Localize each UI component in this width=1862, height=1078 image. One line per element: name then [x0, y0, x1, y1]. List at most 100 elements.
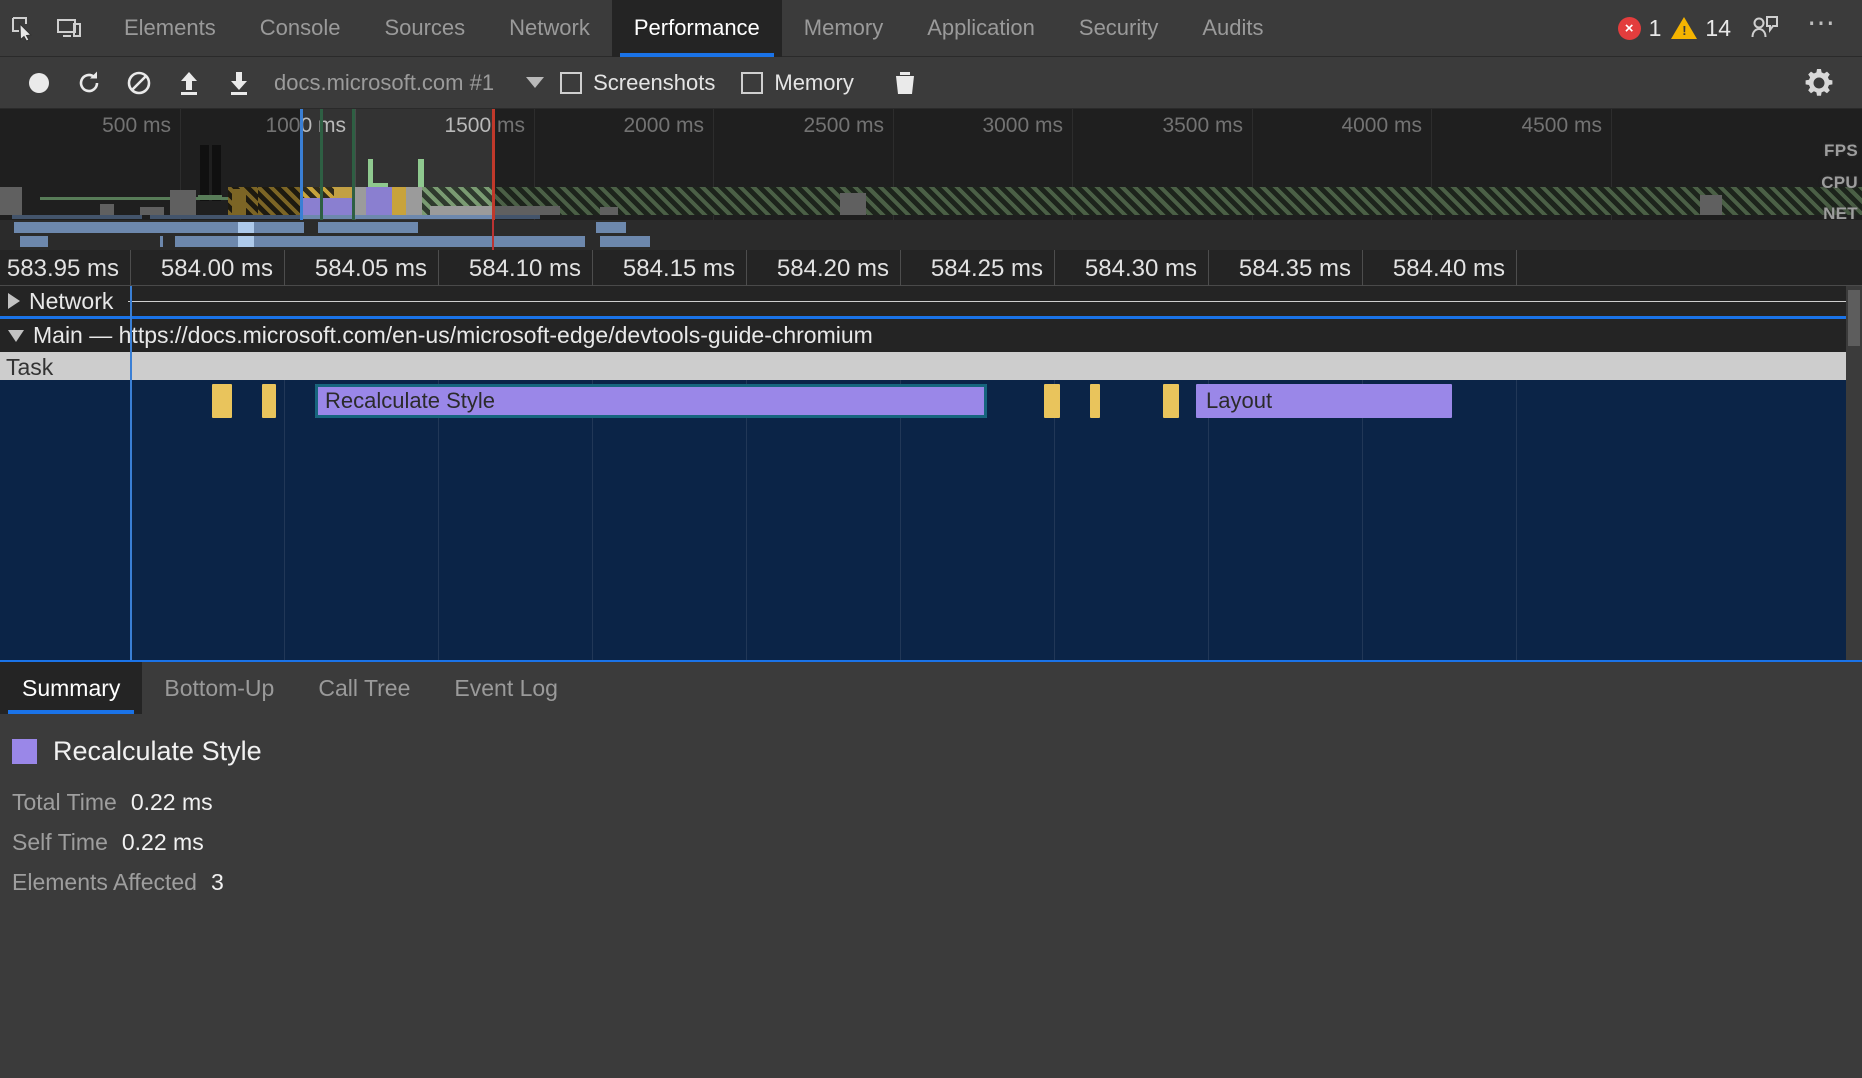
tab-elements[interactable]: Elements — [102, 0, 238, 57]
ruler-tick — [746, 250, 747, 286]
tab-summary[interactable]: Summary — [0, 662, 143, 714]
flame-event[interactable] — [212, 384, 232, 418]
more-options-button[interactable]: ⋯ — [1797, 6, 1844, 51]
ruler-tick — [592, 250, 593, 286]
ruler-tick — [438, 250, 439, 286]
ruler-tick-label: 584.15 ms — [622, 255, 735, 282]
ruler-tick-label: 584.00 ms — [160, 255, 273, 282]
detail-time-ruler: 583.95 ms 584.00 ms 584.05 ms 584.10 ms … — [0, 250, 1862, 286]
task-row[interactable]: Task — [0, 352, 1862, 380]
track-header-main[interactable]: Main — https://docs.microsoft.com/en-us/… — [0, 316, 1862, 352]
flame-event-label: Recalculate Style — [325, 388, 495, 413]
ruler-tick-label: 583.95 ms — [6, 255, 119, 282]
panel-tabs: Elements Console Sources Network Perform… — [102, 0, 1286, 57]
flame-event[interactable] — [1044, 384, 1060, 418]
error-glyph: × — [1624, 19, 1634, 37]
scrollbar-thumb[interactable] — [1848, 290, 1860, 346]
flame-event-recalculate-style[interactable]: Recalculate Style — [315, 384, 987, 418]
tab-event-log[interactable]: Event Log — [432, 662, 580, 714]
flame-scrollbar[interactable] — [1846, 286, 1862, 660]
ruler-tick — [1362, 250, 1363, 286]
flame-chart[interactable]: Network Main — https://docs.microsoft.co… — [0, 286, 1862, 660]
summary-key: Self Time — [12, 829, 108, 855]
flame-event-label: Layout — [1206, 388, 1273, 413]
cpu-activity — [406, 187, 422, 215]
flame-event-layout[interactable]: Layout — [1196, 384, 1452, 418]
flame-event[interactable] — [1163, 384, 1179, 418]
overview-marker-line — [352, 109, 355, 220]
ruler-tick-label: 584.40 ms — [1392, 255, 1505, 282]
tab-memory[interactable]: Memory — [782, 0, 905, 57]
tab-label: Elements — [124, 15, 216, 40]
screenshots-checkbox[interactable]: Screenshots — [560, 70, 715, 96]
tab-console[interactable]: Console — [238, 0, 363, 57]
ruler-tick-label: 584.25 ms — [930, 255, 1043, 282]
flame-event[interactable] — [262, 384, 276, 418]
device-toolbar-icon[interactable] — [46, 5, 92, 51]
net-request-bar — [20, 236, 48, 247]
summary-row: Self Time 0.22 ms — [12, 829, 1862, 869]
track-header-network[interactable]: Network — [0, 286, 1862, 316]
overview-selection-right-handle[interactable] — [492, 109, 495, 220]
event-color-swatch — [12, 739, 37, 764]
flame-event[interactable] — [1090, 384, 1100, 418]
tab-audits[interactable]: Audits — [1180, 0, 1285, 57]
warning-count-badge[interactable]: ! 14 — [1671, 15, 1731, 42]
overview-cpu-label: CPU — [1821, 173, 1858, 192]
checkbox-box — [560, 71, 583, 94]
tab-bottom-up[interactable]: Bottom-Up — [142, 662, 296, 714]
tab-performance[interactable]: Performance — [611, 0, 782, 57]
timeline-cursor — [130, 286, 132, 660]
ruler-tick — [900, 250, 901, 286]
overview-dim-left — [0, 109, 300, 220]
reload-record-icon[interactable] — [64, 58, 114, 108]
network-divider-line — [128, 301, 1862, 302]
warning-icon: ! — [1671, 17, 1698, 39]
net-request-bar — [596, 222, 626, 233]
warning-count: 14 — [1705, 14, 1731, 41]
recording-session-name[interactable]: docs.microsoft.com #1 — [264, 70, 500, 96]
net-request-bar — [600, 236, 650, 247]
net-request-bar — [160, 236, 163, 247]
error-count-badge[interactable]: × 1 — [1617, 14, 1662, 42]
error-icon: × — [1617, 16, 1641, 40]
checkbox-box — [741, 71, 764, 94]
ruler-tick — [1516, 250, 1517, 286]
summary-value: 0.22 ms — [121, 829, 204, 855]
error-count: 1 — [1648, 14, 1662, 41]
ruler-tick — [284, 250, 285, 286]
overview-selection-left-handle[interactable] — [300, 109, 303, 220]
net-request-bar — [238, 222, 254, 233]
warning-glyph: ! — [1682, 23, 1687, 38]
ruler-tick-label: 584.30 ms — [1084, 255, 1197, 282]
cpu-rendering — [366, 187, 392, 215]
tab-call-tree[interactable]: Call Tree — [296, 662, 432, 714]
save-profile-icon[interactable] — [214, 58, 264, 108]
trash-icon[interactable] — [880, 58, 930, 108]
tab-sources[interactable]: Sources — [362, 0, 487, 57]
clear-recording-icon[interactable] — [114, 58, 164, 108]
track-label-network: Network — [29, 287, 114, 314]
user-feedback-icon[interactable] — [1741, 5, 1787, 51]
triangle-right-icon[interactable] — [8, 293, 20, 309]
tab-label: Event Log — [454, 674, 558, 701]
record-circle-icon[interactable] — [14, 58, 64, 108]
chevron-down-icon[interactable] — [526, 77, 545, 88]
ruler-tick-label: 584.10 ms — [468, 255, 581, 282]
memory-checkbox[interactable]: Memory — [741, 70, 854, 96]
gear-icon[interactable] — [1794, 58, 1844, 108]
tab-label: Summary — [22, 674, 121, 701]
tab-network[interactable]: Network — [487, 0, 612, 57]
triangle-down-icon[interactable] — [8, 329, 24, 342]
inspect-cursor-icon[interactable] — [0, 5, 46, 51]
tab-application[interactable]: Application — [905, 0, 1057, 57]
tab-security[interactable]: Security — [1057, 0, 1180, 57]
network-overview-strip — [0, 220, 1862, 250]
summary-value: 0.22 ms — [130, 789, 213, 815]
net-request-bar — [175, 236, 585, 247]
timeline-overview[interactable]: 500 ms 1000 ms 1500 ms 2000 ms 2500 ms 3… — [0, 109, 1862, 220]
load-profile-icon[interactable] — [164, 58, 214, 108]
summary-title-row: Recalculate Style — [12, 736, 1862, 767]
overview-dim-right — [492, 109, 1862, 220]
overview-net-label: NET — [1823, 204, 1858, 220]
